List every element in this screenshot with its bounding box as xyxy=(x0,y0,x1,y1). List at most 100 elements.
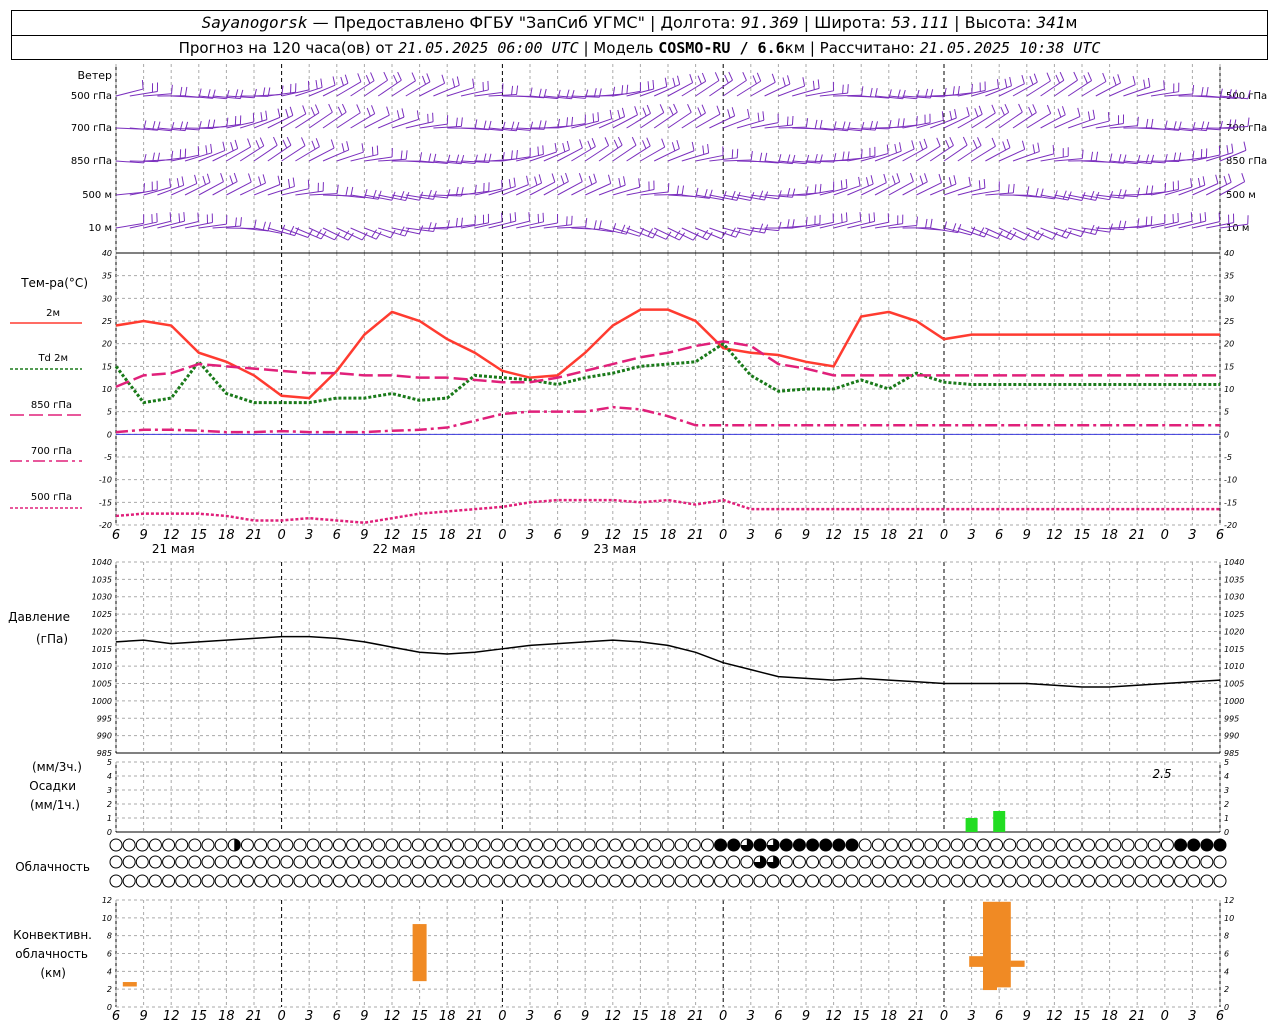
cloud-cover-circle xyxy=(911,855,925,869)
cloud-cover-circle xyxy=(595,838,609,852)
wind-barb-feather xyxy=(285,108,289,118)
cloud-cover-circle xyxy=(871,838,885,852)
wind-barb-feather xyxy=(1241,172,1246,182)
hour-label-bottom: 9 xyxy=(581,1009,589,1024)
wind-barb-shaft xyxy=(557,147,583,162)
wind-barb-feather xyxy=(383,71,389,81)
cloud-cover-circle xyxy=(832,838,846,852)
cloud-cover-circle xyxy=(490,874,504,888)
wind-barb-feather xyxy=(1021,75,1025,84)
wind-barb-feather xyxy=(782,77,786,87)
cloud-cover-circle xyxy=(661,855,675,869)
wind-barb-shaft xyxy=(902,146,928,162)
hour-label: 21 xyxy=(1129,528,1146,543)
wind-level-label-left: 700 гПа xyxy=(71,123,112,134)
cloud-cover-circle xyxy=(1016,874,1030,888)
wind-barb-feather xyxy=(593,173,597,183)
wind-barb-feather xyxy=(194,174,198,184)
wind-barb-feather xyxy=(764,152,768,162)
wind-barb-feather xyxy=(240,217,242,227)
cloud-cover-circle xyxy=(1082,838,1096,852)
cloud-cover-circle xyxy=(267,855,281,869)
cloud-cover-circle xyxy=(148,838,162,852)
wind-barb-feather xyxy=(909,172,914,182)
tick-label-right: 1010 xyxy=(1224,662,1244,671)
wind-barb-shaft xyxy=(1012,81,1038,97)
hour-label-bottom: 15 xyxy=(411,1009,428,1024)
wind-barb-feather xyxy=(1018,103,1023,113)
cloud-cover-circle xyxy=(411,874,425,888)
cloud-cover-circle xyxy=(1055,855,1069,869)
tick-label-left: 1 xyxy=(107,814,112,823)
wind-barb-feather xyxy=(258,176,262,186)
hour-label-bottom: 15 xyxy=(853,1009,870,1024)
cloud-cover-circle xyxy=(1082,855,1096,869)
cloud-cover-circle xyxy=(240,874,254,888)
wind-level-label-right: 500 м xyxy=(1226,190,1256,201)
wind-barb-feather xyxy=(551,173,556,183)
wind-barb-feather xyxy=(923,138,928,148)
hour-label: 21 xyxy=(687,528,704,543)
wind-barb-feather xyxy=(604,137,610,146)
wind-barb-feather xyxy=(419,152,423,162)
cloud-cover-circle xyxy=(1108,838,1122,852)
wind-barb-feather xyxy=(1055,74,1061,84)
wind-barb-feather xyxy=(647,81,650,91)
tick-label-left: 2 xyxy=(107,800,112,809)
wind-barb-feather xyxy=(1145,118,1149,128)
wind-barb-feather xyxy=(859,212,862,222)
wind-barb-feather xyxy=(526,175,529,185)
wind-barb-feather xyxy=(364,188,368,198)
cloud-cover-circle xyxy=(1042,874,1056,888)
cloud-cover-circle xyxy=(898,838,912,852)
wind-barb-feather xyxy=(845,212,848,222)
hour-label-bottom: 21 xyxy=(1129,1009,1146,1024)
convective-bar xyxy=(1010,960,1025,967)
cloud-cover-circle xyxy=(884,855,898,869)
cloud-cover-circle xyxy=(424,874,438,888)
tick-label-left: 0 xyxy=(107,828,112,837)
wind-barb-shaft xyxy=(239,145,265,162)
cloud-cover-circle xyxy=(832,855,846,869)
cloud-cover-circle xyxy=(1108,855,1122,869)
wind-barb-feather xyxy=(925,218,928,228)
wind-barb-feather xyxy=(742,71,747,81)
hour-label-bottom: 21 xyxy=(246,1009,263,1024)
hour-label-bottom: 3 xyxy=(1188,1009,1196,1024)
wind-barb-feather xyxy=(899,142,902,152)
wind-barb-feather xyxy=(396,110,400,120)
wind-barb-feather xyxy=(460,117,463,127)
wind-barb-feather xyxy=(416,110,420,120)
wind-barb-shaft xyxy=(736,80,761,97)
wind-barb-feather xyxy=(265,110,268,120)
cloud-cover-circle xyxy=(267,838,281,852)
tick-label-right: 0 xyxy=(1224,828,1229,837)
cloud-cover-circle xyxy=(950,874,964,888)
wind-barb-feather xyxy=(819,183,822,193)
wind-barb-shaft xyxy=(350,113,375,129)
cloud-cover-circle xyxy=(1160,855,1174,869)
wind-barb-feather xyxy=(752,75,757,84)
wind-barb-feather xyxy=(554,143,557,153)
wind-barb-shaft xyxy=(584,145,609,162)
wind-barb-feather xyxy=(991,104,996,114)
cloud-cover-circle xyxy=(162,874,176,888)
cloud-cover-circle xyxy=(727,855,741,869)
wind-barb-feather xyxy=(578,173,583,182)
wind-barb-feather xyxy=(282,139,288,149)
cloud-cover-circle xyxy=(280,874,294,888)
wind-barb-shaft xyxy=(198,181,224,196)
wind-barb-feather xyxy=(538,174,543,184)
hour-label: 6 xyxy=(774,528,782,543)
cloud-cover-circle xyxy=(293,874,307,888)
wind-barb-feather xyxy=(707,144,710,154)
wind-barb-feather xyxy=(652,79,655,90)
tick-label-right: 35 xyxy=(1224,272,1234,281)
wind-barb-feather xyxy=(623,176,626,186)
wind-barb-feather xyxy=(626,84,629,94)
tick-label-right: 4 xyxy=(1224,772,1229,781)
wind-barb-feather xyxy=(337,106,343,116)
hour-label-bottom: 18 xyxy=(1101,1009,1118,1024)
wind-barb-feather xyxy=(727,109,731,119)
wind-barb-shaft xyxy=(626,113,651,129)
